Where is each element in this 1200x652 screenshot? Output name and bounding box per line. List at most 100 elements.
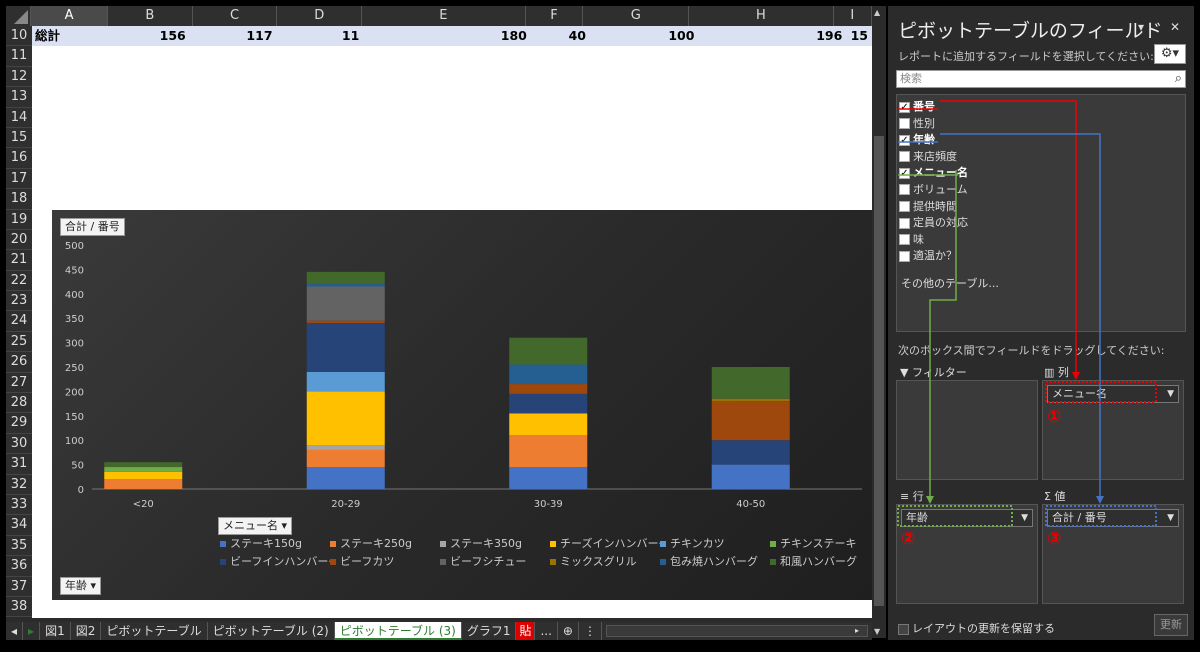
bar-segment[interactable] <box>306 445 385 450</box>
field-checkbox[interactable] <box>899 151 910 163</box>
bar-segment[interactable] <box>104 471 183 480</box>
filter-area[interactable] <box>896 380 1038 480</box>
field-checkbox[interactable] <box>899 184 910 196</box>
bar-segment[interactable] <box>711 367 790 399</box>
row-header[interactable]: 33 <box>6 495 32 516</box>
rows-chip[interactable]: 年齢 ▼ <box>901 509 1033 527</box>
sheet-tab[interactable]: ピボットテーブル (2) <box>208 622 335 640</box>
value-field-button[interactable]: 合計 / 番号 <box>60 218 125 236</box>
field-item[interactable]: 提供時間 <box>897 199 1185 216</box>
axis-field-button[interactable]: 年齢 ▾ <box>60 577 102 595</box>
bar-segment[interactable] <box>509 435 588 468</box>
legend-field-button[interactable]: メニュー名 ▾ <box>218 517 293 535</box>
bar-segment[interactable] <box>509 364 588 385</box>
row-header[interactable]: 15 <box>6 128 32 149</box>
bar-segment[interactable] <box>711 401 790 441</box>
bar-segment[interactable] <box>509 467 588 489</box>
row-header[interactable]: 17 <box>6 169 32 190</box>
sheet-tab[interactable]: グラフ1 <box>462 622 517 640</box>
select-all-corner[interactable] <box>6 6 32 26</box>
field-item[interactable]: 定員の対応 <box>897 215 1185 232</box>
bar-segment[interactable] <box>711 398 790 402</box>
column-header[interactable]: F <box>526 6 584 26</box>
column-header[interactable]: B <box>108 6 193 26</box>
field-checkbox[interactable] <box>899 217 910 229</box>
scroll-up-icon[interactable]: ▲ <box>874 8 880 17</box>
scroll-down-icon[interactable]: ▼ <box>874 627 880 636</box>
field-item[interactable]: ボリューム <box>897 182 1185 199</box>
column-header[interactable]: H <box>689 6 834 26</box>
bar-segment[interactable] <box>711 440 790 465</box>
row-header[interactable]: 36 <box>6 556 32 577</box>
total-row[interactable]: 総計 156 117 11 180 40 100 196 15 <box>32 26 872 46</box>
row-header[interactable]: 31 <box>6 454 32 475</box>
field-checkbox[interactable] <box>899 250 910 262</box>
bar-segment[interactable] <box>711 464 790 489</box>
column-header[interactable]: A <box>31 6 109 26</box>
row-header[interactable]: 14 <box>6 108 32 128</box>
row-header[interactable]: 29 <box>6 413 32 434</box>
row-header[interactable]: 19 <box>6 210 32 230</box>
bar-segment[interactable] <box>306 284 385 287</box>
total-value-cell[interactable]: 180 <box>363 26 531 46</box>
tab-scroll-right[interactable]: ▸ <box>23 622 41 640</box>
total-label[interactable]: 総計 <box>32 26 103 46</box>
row-header[interactable]: 10 <box>6 26 32 47</box>
search-input[interactable]: 検索 ⌕ <box>896 70 1186 88</box>
values-chip[interactable]: 合計 / 番号 ▼ <box>1047 509 1179 527</box>
field-item[interactable]: ✓ 番号 <box>897 99 1185 116</box>
add-sheet-icon[interactable]: ⊕ <box>558 622 579 640</box>
tab-options-icon[interactable]: ⋮ <box>579 622 602 640</box>
row-header[interactable]: 25 <box>6 332 32 353</box>
bar-segment[interactable] <box>306 286 385 321</box>
row-header[interactable]: 18 <box>6 189 32 210</box>
row-header[interactable]: 30 <box>6 434 32 455</box>
row-header[interactable]: 35 <box>6 536 32 557</box>
sheet-tab[interactable]: ピボットテーブル (3) <box>334 622 462 640</box>
field-checkbox[interactable]: ✓ <box>899 101 910 113</box>
sheet-tab[interactable]: 貼 <box>516 622 536 640</box>
column-header[interactable]: I <box>834 6 873 26</box>
field-checkbox[interactable] <box>899 201 910 213</box>
more-tables-link[interactable]: その他のテーブル... <box>897 275 1185 291</box>
close-icon[interactable]: ✕ <box>1170 20 1180 34</box>
row-header[interactable]: 34 <box>6 515 32 536</box>
column-header[interactable]: C <box>193 6 278 26</box>
total-value-cell[interactable]: 117 <box>190 26 277 46</box>
update-button[interactable]: 更新 <box>1154 614 1188 636</box>
total-value-cell[interactable]: 11 <box>277 26 364 46</box>
column-header[interactable]: G <box>583 6 690 26</box>
bar-segment[interactable] <box>104 479 183 489</box>
row-header[interactable]: 20 <box>6 230 32 251</box>
row-header[interactable]: 11 <box>6 46 32 67</box>
sheet-tab[interactable]: 図2 <box>71 622 102 640</box>
bar-segment[interactable] <box>306 449 385 468</box>
bar-segment[interactable] <box>509 393 588 414</box>
field-item[interactable]: 味 <box>897 232 1185 249</box>
sheet-tab[interactable]: ピボットテーブル <box>101 622 208 640</box>
tab-scroll-left[interactable]: ◂ <box>6 622 24 640</box>
field-item[interactable]: 性別 <box>897 116 1185 133</box>
bar-segment[interactable] <box>306 391 385 446</box>
vertical-scrollbar[interactable]: ▲ ▼ <box>872 6 886 638</box>
gear-icon[interactable]: ⚙▾ <box>1154 44 1186 64</box>
columns-area[interactable]: メニュー名 ▼ ① <box>1042 380 1184 480</box>
row-header[interactable]: 28 <box>6 393 32 414</box>
row-header[interactable]: 23 <box>6 291 32 312</box>
pivot-chart[interactable]: 0 50 100 150 200 250 300 350 400 450 500 <20 20-29 30… <box>52 210 872 600</box>
cell-grid[interactable]: 総計 156 117 11 180 40 100 196 15 0 50 100 150 200 250… <box>32 26 872 618</box>
field-item[interactable]: ✓ メニュー名 <box>897 165 1185 182</box>
pane-options-icon[interactable]: ▾ <box>1138 20 1144 34</box>
row-header[interactable]: 37 <box>6 577 32 597</box>
bar-segment[interactable] <box>306 371 385 392</box>
field-item[interactable]: ✓ 年齢 <box>897 132 1185 149</box>
row-header[interactable]: 26 <box>6 352 32 373</box>
total-value-cell[interactable]: 40 <box>531 26 590 46</box>
row-header[interactable]: 16 <box>6 148 32 169</box>
field-item[interactable]: 適温か？ <box>897 248 1185 265</box>
field-checkbox[interactable] <box>899 118 910 130</box>
defer-update-checkbox[interactable]: レイアウトの更新を保留する <box>898 620 1055 636</box>
sheet-tab[interactable]: 図1 <box>40 622 71 640</box>
columns-chip[interactable]: メニュー名 ▼ <box>1047 385 1179 403</box>
bar-segment[interactable] <box>306 323 385 372</box>
